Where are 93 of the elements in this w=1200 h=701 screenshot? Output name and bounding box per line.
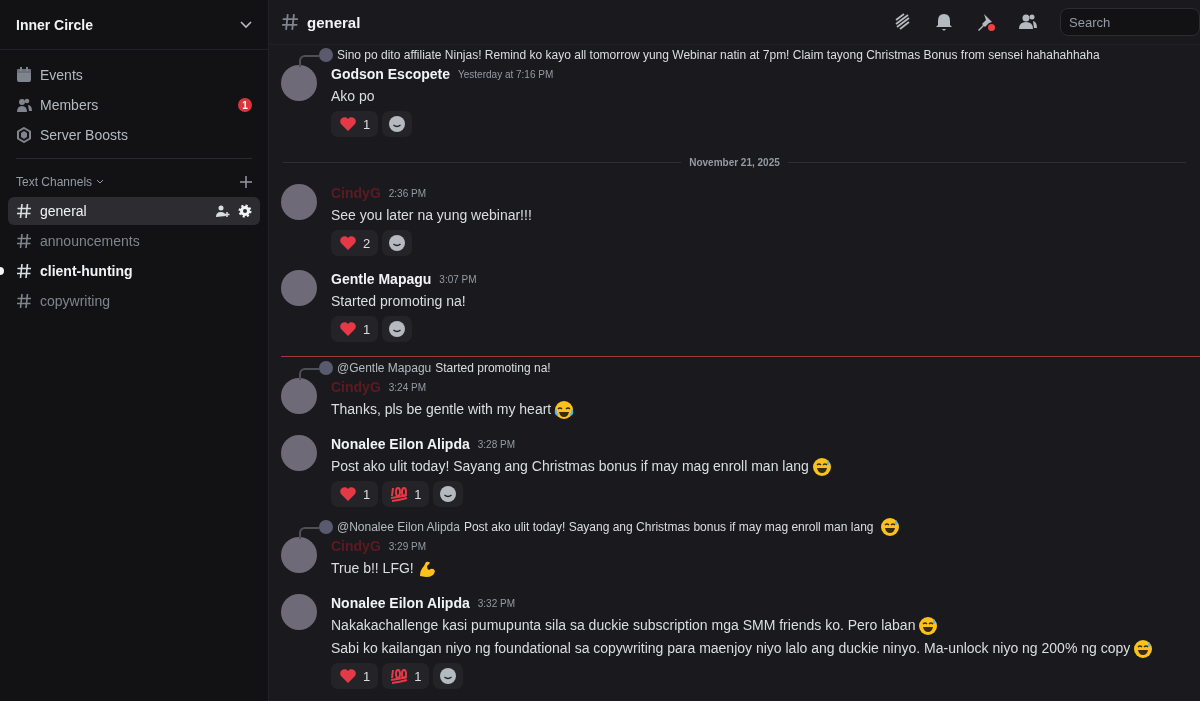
reaction-button[interactable]: 1 xyxy=(331,111,379,137)
message-text: Ako po xyxy=(331,87,375,106)
add-member-icon[interactable] xyxy=(216,204,230,218)
add-reaction-button[interactable] xyxy=(382,230,413,256)
reaction-button[interactable]: 1 xyxy=(331,481,379,507)
smiley-icon xyxy=(389,321,406,337)
reply-author[interactable]: @Nonalee Eilon Alipda xyxy=(337,520,460,534)
smiley-icon xyxy=(440,668,457,684)
reply-preview[interactable]: Sino po dito affiliate Ninjas! Remind ko kayo all tomorrow yung Webinar natin at 7pm! Claim tayong Christmas Bonus from sensei hahahahhaha xyxy=(337,48,1100,62)
unread-indicator xyxy=(0,267,4,275)
reply-avatar xyxy=(319,361,333,375)
reply-avatar xyxy=(319,520,333,534)
nav-item[interactable]: Events xyxy=(40,67,252,83)
hash-icon xyxy=(16,233,32,249)
message-text: See you later na yung webinar!!! xyxy=(331,206,532,225)
reply-preview[interactable]: Started promoting na! xyxy=(435,361,551,375)
server-name[interactable]: Inner Circle xyxy=(16,16,94,33)
author-name[interactable]: Gentle Mapagu xyxy=(331,271,432,287)
timestamp: 3:07 PM xyxy=(439,273,477,285)
members-icon[interactable] xyxy=(1018,12,1038,32)
avatar[interactable] xyxy=(281,184,317,220)
plus-icon[interactable] xyxy=(240,176,252,188)
smiley-icon xyxy=(389,116,406,132)
author-name[interactable]: Godson Escopete xyxy=(331,66,451,82)
avatar[interactable] xyxy=(281,65,317,101)
add-reaction-button[interactable] xyxy=(382,111,413,137)
members-icon xyxy=(16,97,32,113)
reaction-button[interactable]: 2 xyxy=(331,230,379,256)
notification-badge: 1 xyxy=(238,98,252,112)
hundred-points-icon xyxy=(390,668,409,684)
hundred-points-icon xyxy=(390,486,409,502)
message-text: Post ako ulit today! Sayang ang Christmas bonus if may mag enroll man lang xyxy=(331,457,809,476)
reaction-button[interactable]: 1 xyxy=(382,481,430,507)
boost-gem-icon xyxy=(16,127,32,143)
channel-item[interactable]: client-hunting xyxy=(8,257,260,285)
author-name[interactable]: Nonalee Eilon Alipda xyxy=(331,436,470,452)
reply-author[interactable]: @Gentle Mapagu xyxy=(337,361,432,375)
chevron-down-icon[interactable] xyxy=(240,20,252,29)
sweat-smile-emoji-icon xyxy=(811,456,832,477)
nav-item[interactable]: Members xyxy=(40,97,230,113)
message-text: Thanks, pls be gentle with my heart xyxy=(331,400,552,419)
avatar[interactable] xyxy=(281,594,317,630)
avatar[interactable] xyxy=(281,378,317,414)
pin-icon[interactable] xyxy=(976,12,996,32)
timestamp: 3:28 PM xyxy=(477,438,515,450)
author-name[interactable]: Nonalee Eilon Alipda xyxy=(331,595,470,611)
channel-item[interactable]: copywriting xyxy=(8,287,260,315)
add-reaction-button[interactable] xyxy=(433,663,464,689)
timestamp: 3:24 PM xyxy=(388,381,427,393)
add-reaction-button[interactable] xyxy=(382,316,413,342)
avatar[interactable] xyxy=(281,537,317,573)
smiley-icon xyxy=(389,235,406,251)
hash-icon xyxy=(16,293,32,309)
bell-icon[interactable] xyxy=(934,12,954,32)
timestamp: 3:29 PM xyxy=(388,540,427,552)
hash-icon xyxy=(16,203,32,219)
channel-item[interactable]: general xyxy=(8,197,260,225)
laughing-emoji-icon xyxy=(554,399,575,420)
hash-icon xyxy=(281,13,299,31)
message-text: True b!! LFG! xyxy=(331,559,414,578)
search-field[interactable]: Search xyxy=(1060,8,1200,36)
date-divider: November 21, 2025 xyxy=(689,157,780,168)
timestamp: 2:36 PM xyxy=(388,187,427,199)
message-text: Started promoting na! xyxy=(331,292,466,311)
avatar[interactable] xyxy=(281,435,317,471)
heart-icon xyxy=(339,668,357,684)
calendar-icon xyxy=(16,67,32,83)
reply-avatar xyxy=(319,48,333,62)
hash-icon xyxy=(16,263,32,279)
add-reaction-button[interactable] xyxy=(433,481,464,507)
reaction-button[interactable]: 1 xyxy=(331,663,379,689)
heart-icon xyxy=(339,235,357,251)
channel-title: general xyxy=(307,13,362,31)
reaction-button[interactable]: 1 xyxy=(331,316,379,342)
message-text: Nakakachallenge kasi pumupunta sila sa duckie subscription mga SMM friends ko. Pero laban xyxy=(331,616,916,635)
smiley-icon xyxy=(440,486,457,502)
sweat-smile-emoji-icon xyxy=(918,615,939,636)
reply-preview[interactable]: Post ako ulit today! Sayang ang Christmas bonus if may mag enroll man lang xyxy=(463,520,874,534)
message-text: Sabi ko kailangan niyo ng foundational sa copywriting para maenjoy niyo lalo ang duckie ninyo. Ma-unlock niyo ng 200% ng copy xyxy=(331,639,1131,658)
chevron-down-icon[interactable] xyxy=(96,179,105,185)
reaction-button[interactable]: 1 xyxy=(382,663,430,689)
sweat-smile-emoji-icon xyxy=(1133,638,1154,659)
heart-icon xyxy=(339,486,357,502)
category-label[interactable]: Text Channels xyxy=(16,175,93,189)
sweat-smile-emoji-icon xyxy=(880,517,901,537)
channel-item[interactable]: announcements xyxy=(8,227,260,255)
timestamp: 3:32 PM xyxy=(477,597,515,609)
heart-icon xyxy=(339,321,357,337)
avatar[interactable] xyxy=(281,270,317,306)
timestamp: Yesterday at 7:16 PM xyxy=(458,68,554,80)
settings-icon[interactable] xyxy=(238,204,252,218)
heart-icon xyxy=(339,116,357,132)
nav-item[interactable]: Server Boosts xyxy=(40,127,252,143)
